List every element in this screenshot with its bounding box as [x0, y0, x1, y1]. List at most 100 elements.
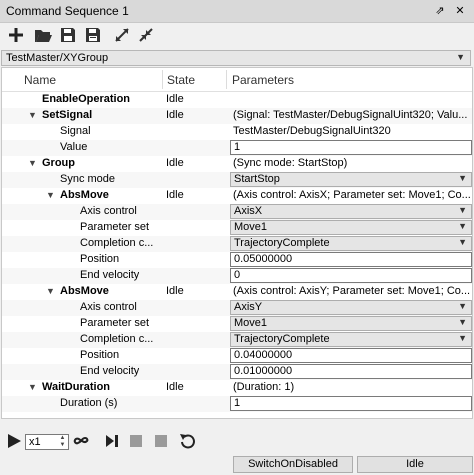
- row-name: Parameter set: [80, 317, 150, 329]
- completion-select[interactable]: TrajectoryComplete ▼: [230, 332, 472, 347]
- row-name: EnableOperation: [42, 93, 131, 105]
- row-parameters: (Duration: 1): [233, 381, 295, 393]
- row-state: Idle: [166, 109, 184, 121]
- row-parameters: TestMaster/DebugSignalUint320: [233, 125, 391, 137]
- target-select[interactable]: TestMaster/XYGroup ▼: [1, 50, 471, 66]
- row-name: Group: [42, 157, 75, 169]
- row-parameters: (Axis control: AxisX; Parameter set: Mov…: [233, 189, 471, 201]
- sequence-state-button[interactable]: Idle: [357, 456, 473, 473]
- tree-row[interactable]: Position 0.05000000: [2, 252, 472, 268]
- tree-row[interactable]: Value 1: [2, 140, 472, 156]
- speed-stepper[interactable]: x1 ▲ ▼: [25, 434, 69, 450]
- chevron-down-icon: ▼: [458, 301, 467, 311]
- open-folder-icon[interactable]: [34, 26, 52, 44]
- save-as-icon[interactable]: [84, 26, 102, 44]
- tree-row[interactable]: Axis control AxisX ▼: [2, 204, 472, 220]
- tree-row[interactable]: Completion c... TrajectoryComplete ▼: [2, 332, 472, 348]
- column-header-state[interactable]: State: [167, 73, 195, 87]
- row-name: Axis control: [80, 205, 137, 217]
- row-parameters: (Axis control: AxisY; Parameter set: Mov…: [233, 285, 471, 297]
- end-velocity-field[interactable]: 0: [230, 268, 472, 283]
- tree-row[interactable]: ▼ SetSignal Idle (Signal: TestMaster/Deb…: [2, 108, 472, 124]
- play-icon[interactable]: [5, 432, 23, 450]
- collapse-all-icon[interactable]: [137, 26, 155, 44]
- loop-icon[interactable]: [72, 432, 90, 450]
- save-icon[interactable]: [59, 26, 77, 44]
- tree-row[interactable]: Parameter set Move1 ▼: [2, 316, 472, 332]
- spin-arrows-icon[interactable]: ▲ ▼: [58, 435, 67, 449]
- axis-control-select[interactable]: AxisX ▼: [230, 204, 472, 219]
- row-state: Idle: [166, 157, 184, 169]
- step-icon[interactable]: [103, 432, 121, 450]
- position-field[interactable]: 0.04000000: [230, 348, 472, 363]
- pin-icon[interactable]: ⇗: [432, 3, 448, 19]
- chevron-down-icon: ▼: [458, 237, 467, 247]
- tree-row[interactable]: End velocity 0.01000000: [2, 364, 472, 380]
- row-name: SetSignal: [42, 109, 93, 121]
- row-name: End velocity: [80, 269, 140, 281]
- end-velocity-field[interactable]: 0.01000000: [230, 364, 472, 379]
- chevron-down-icon: ▼: [456, 52, 465, 62]
- duration-field[interactable]: 1: [230, 396, 472, 411]
- command-tree[interactable]: Name State Parameters EnableOperation Id…: [1, 67, 473, 419]
- tree-row[interactable]: Axis control AxisY ▼: [2, 300, 472, 316]
- axis-control-select[interactable]: AxisY ▼: [230, 300, 472, 315]
- reset-icon[interactable]: [178, 432, 196, 450]
- completion-select[interactable]: TrajectoryComplete ▼: [230, 236, 472, 251]
- row-name: Position: [80, 349, 120, 361]
- row-state: Idle: [166, 189, 184, 201]
- tree-row[interactable]: End velocity 0: [2, 268, 472, 284]
- player-controls: [0, 428, 474, 454]
- stop-icon[interactable]: [152, 432, 170, 450]
- row-name: Sync mode: [60, 173, 116, 185]
- chevron-down-icon: ▼: [458, 333, 467, 343]
- status-bar: SwitchOnDisabled Idle: [0, 456, 474, 475]
- position-field[interactable]: 0.05000000: [230, 252, 472, 267]
- tree-row[interactable]: Parameter set Move1 ▼: [2, 220, 472, 236]
- row-name: Parameter set: [80, 221, 150, 233]
- tree-row[interactable]: ▼ AbsMove Idle (Axis control: AxisX; Par…: [2, 188, 472, 204]
- row-state: Idle: [166, 285, 184, 297]
- parameter-set-select[interactable]: Move1 ▼: [230, 220, 472, 235]
- collapse-arrow-icon[interactable]: ▼: [28, 111, 37, 120]
- tree-row[interactable]: ▼ AbsMove Idle (Axis control: AxisY; Par…: [2, 284, 472, 300]
- row-name: End velocity: [80, 365, 140, 377]
- value-field[interactable]: 1: [230, 140, 472, 155]
- column-header-parameters[interactable]: Parameters: [232, 73, 294, 87]
- speed-value: x1: [29, 436, 41, 448]
- add-icon[interactable]: [7, 26, 25, 44]
- collapse-arrow-icon[interactable]: ▼: [28, 159, 37, 168]
- row-parameters: (Sync mode: StartStop): [233, 157, 348, 169]
- row-name: Signal: [60, 125, 91, 137]
- row-name: AbsMove: [60, 285, 109, 297]
- chevron-down-icon: ▼: [458, 173, 467, 183]
- column-header-name[interactable]: Name: [24, 73, 56, 87]
- title-bar: Command Sequence 1 ⇗ ✕: [0, 0, 474, 23]
- expand-all-icon[interactable]: [113, 26, 131, 44]
- tree-row[interactable]: Position 0.04000000: [2, 348, 472, 364]
- tree-row[interactable]: Completion c... TrajectoryComplete ▼: [2, 236, 472, 252]
- collapse-arrow-icon[interactable]: ▼: [46, 287, 55, 296]
- row-name: Value: [60, 141, 88, 153]
- row-name: Duration (s): [60, 397, 118, 409]
- window-title: Command Sequence 1: [6, 4, 129, 18]
- tree-row[interactable]: Signal TestMaster/DebugSignalUint320: [2, 124, 472, 140]
- collapse-arrow-icon[interactable]: ▼: [46, 191, 55, 200]
- pause-icon[interactable]: [127, 432, 145, 450]
- parameter-set-select[interactable]: Move1 ▼: [230, 316, 472, 331]
- close-icon[interactable]: ✕: [452, 3, 468, 19]
- row-name: WaitDuration: [42, 381, 111, 393]
- tree-row[interactable]: ▼ WaitDuration Idle (Duration: 1): [2, 380, 472, 396]
- row-state: Idle: [166, 381, 184, 393]
- tree-row[interactable]: ▼ Group Idle (Sync mode: StartStop): [2, 156, 472, 172]
- row-name: AbsMove: [60, 189, 109, 201]
- tree-row[interactable]: EnableOperation Idle: [2, 92, 472, 108]
- row-state: Idle: [166, 93, 184, 105]
- tree-row[interactable]: Duration (s) 1: [2, 396, 472, 412]
- target-select-value: TestMaster/XYGroup: [6, 52, 109, 64]
- tree-row[interactable]: Sync mode StartStop ▼: [2, 172, 472, 188]
- collapse-arrow-icon[interactable]: ▼: [28, 383, 37, 392]
- chevron-down-icon: ▼: [458, 205, 467, 215]
- sync-mode-select[interactable]: StartStop ▼: [230, 172, 472, 187]
- drive-state-button[interactable]: SwitchOnDisabled: [233, 456, 353, 473]
